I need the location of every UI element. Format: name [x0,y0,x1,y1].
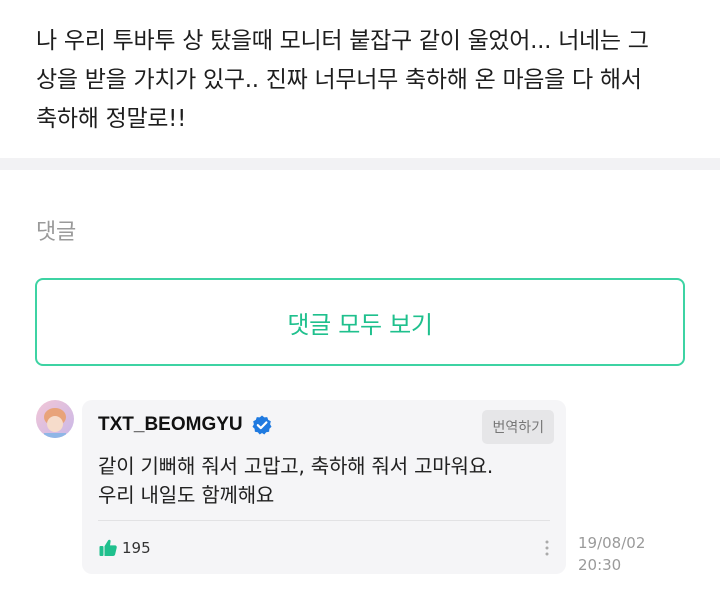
comment-date: 19/08/02 [578,534,646,552]
verified-check-icon [251,414,273,436]
comment-timestamp: 19/08/02 20:30 [578,532,645,576]
like-button[interactable]: 195 [98,538,151,558]
translate-button[interactable]: 번역하기 [482,410,554,444]
comment-line: 같이 기뻐해 줘서 고맙고, 축하해 줘서 고마워요. [98,454,494,478]
avatar-image [36,400,74,438]
post-body: 나 우리 투바투 상 탔을때 모니터 붙잡구 같이 울었어... 너네는 그 상… [36,22,686,139]
comment-time: 20:30 [578,556,622,574]
like-count: 195 [122,539,151,557]
view-all-comments-button[interactable]: 댓글 모두 보기 [35,278,685,366]
post-line: 축하해 정말로!! [36,106,187,132]
post-line: 상을 받을 가치가 있구.. 진짜 너무너무 축하해 온 마음을 다 해서 [36,67,642,93]
section-divider [0,158,720,170]
comment-line: 우리 내일도 함께해요 [98,483,275,507]
comment-author-row: TXT_BEOMGYU [98,414,273,436]
comment-text: 같이 기뻐해 줘서 고맙고, 축하해 줘서 고마워요. 우리 내일도 함께해요 [98,452,554,510]
thumbs-up-icon [98,538,118,558]
post-line: 나 우리 투바투 상 탔을때 모니터 붙잡구 같이 울었어... 너네는 그 [36,28,649,54]
comment-author-name[interactable]: TXT_BEOMGYU [98,414,243,436]
more-vertical-icon[interactable] [542,538,552,558]
comment-divider [98,520,550,521]
avatar[interactable] [36,400,74,438]
comment-card: TXT_BEOMGYU 번역하기 같이 기뻐해 줘서 고맙고, 축하해 줘서 고… [82,400,566,574]
comments-heading: 댓글 [36,220,76,245]
